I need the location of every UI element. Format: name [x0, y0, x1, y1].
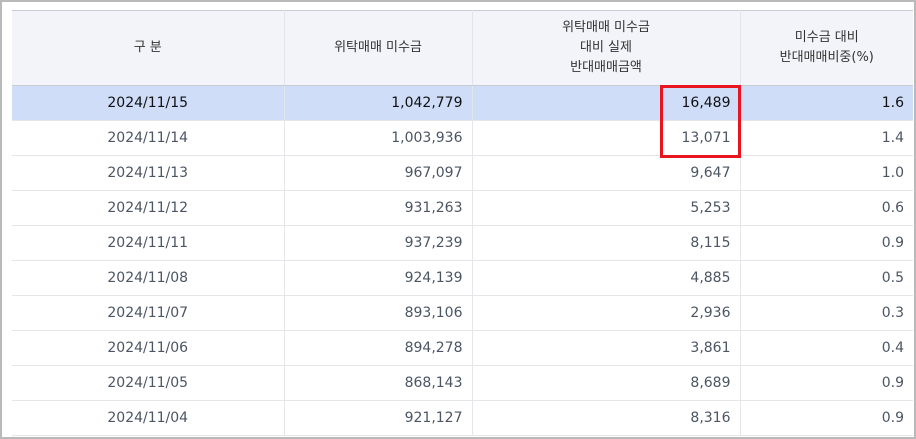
cell-actual-amount: 13,071 [472, 120, 741, 156]
header-row: 구 분 위탁매매 미수금 위탁매매 미수금 대비 실제 반대매매금액 미수금 대… [12, 10, 913, 86]
cell-date: 2024/11/13 [12, 155, 285, 191]
cell-date: 2024/11/11 [12, 225, 285, 261]
cell-ratio: 0.4 [740, 330, 913, 366]
header-ratio: 미수금 대비 반대매매비중(%) [740, 10, 913, 86]
header-ratio-line-1: 미수금 대비 [794, 30, 859, 45]
cell-date: 2024/11/14 [12, 120, 285, 156]
table-row: 2024/11/06 894,278 3,861 0.4 [12, 330, 913, 366]
cell-receivable: 931,263 [284, 190, 473, 226]
cell-actual-amount: 2,936 [472, 295, 741, 331]
cell-actual-amount: 8,689 [472, 365, 741, 401]
cell-actual-amount: 16,489 [472, 85, 741, 121]
header-actual-amount: 위탁매매 미수금 대비 실제 반대매매금액 [472, 10, 741, 86]
cell-ratio: 0.6 [740, 190, 913, 226]
header-ratio-line-2: 반대매매비중(%) [779, 50, 874, 65]
margin-trading-table: 구 분 위탁매매 미수금 위탁매매 미수금 대비 실제 반대매매금액 미수금 대… [12, 10, 913, 436]
cell-ratio: 0.3 [740, 295, 913, 331]
header-receivable: 위탁매매 미수금 [284, 10, 473, 86]
cell-date: 2024/11/07 [12, 295, 285, 331]
table-row: 2024/11/13 967,097 9,647 1.0 [12, 155, 913, 191]
table-row: 2024/11/12 931,263 5,253 0.6 [12, 190, 913, 226]
cell-receivable: 924,139 [284, 260, 473, 296]
cell-actual-amount: 8,115 [472, 225, 741, 261]
table-row: 2024/11/04 921,127 8,316 0.9 [12, 400, 913, 436]
cell-actual-amount: 5,253 [472, 190, 741, 226]
cell-ratio: 0.9 [740, 365, 913, 401]
cell-date: 2024/11/12 [12, 190, 285, 226]
table-frame: 구 분 위탁매매 미수금 위탁매매 미수금 대비 실제 반대매매금액 미수금 대… [0, 0, 916, 439]
cell-ratio: 1.6 [740, 85, 913, 121]
cell-actual-amount: 4,885 [472, 260, 741, 296]
cell-actual-amount: 9,647 [472, 155, 741, 191]
cell-actual-amount: 8,316 [472, 400, 741, 436]
table-row: 2024/11/05 868,143 8,689 0.9 [12, 365, 913, 401]
header-receivable-label: 위탁매매 미수금 [334, 40, 422, 55]
header-actual-amount-line-1: 위탁매매 미수금 [562, 20, 650, 35]
cell-receivable: 937,239 [284, 225, 473, 261]
cell-receivable: 894,278 [284, 330, 473, 366]
cell-date: 2024/11/15 [12, 85, 285, 121]
cell-receivable: 967,097 [284, 155, 473, 191]
header-date-label: 구 분 [133, 40, 162, 55]
cell-actual-amount: 3,861 [472, 330, 741, 366]
cell-ratio: 1.0 [740, 155, 913, 191]
cell-ratio: 0.9 [740, 225, 913, 261]
table-row: 2024/11/07 893,106 2,936 0.3 [12, 295, 913, 331]
header-actual-amount-line-2: 대비 실제 [580, 40, 632, 55]
cell-ratio: 0.5 [740, 260, 913, 296]
table-row: 2024/11/11 937,239 8,115 0.9 [12, 225, 913, 261]
cell-date: 2024/11/06 [12, 330, 285, 366]
cell-date: 2024/11/05 [12, 365, 285, 401]
cell-ratio: 0.9 [740, 400, 913, 436]
header-date: 구 분 [12, 10, 285, 86]
table-row: 2024/11/14 1,003,936 13,071 1.4 [12, 120, 913, 156]
table-row: 2024/11/08 924,139 4,885 0.5 [12, 260, 913, 296]
cell-date: 2024/11/04 [12, 400, 285, 436]
cell-receivable: 921,127 [284, 400, 473, 436]
cell-receivable: 893,106 [284, 295, 473, 331]
cell-receivable: 1,003,936 [284, 120, 473, 156]
table-row: 2024/11/15 1,042,779 16,489 1.6 [12, 85, 913, 121]
cell-receivable: 1,042,779 [284, 85, 473, 121]
table-body: 2024/11/15 1,042,779 16,489 1.6 2024/11/14 1,… [12, 85, 913, 436]
cell-receivable: 868,143 [284, 365, 473, 401]
cell-ratio: 1.4 [740, 120, 913, 156]
header-actual-amount-line-3: 반대매매금액 [570, 60, 642, 75]
cell-date: 2024/11/08 [12, 260, 285, 296]
